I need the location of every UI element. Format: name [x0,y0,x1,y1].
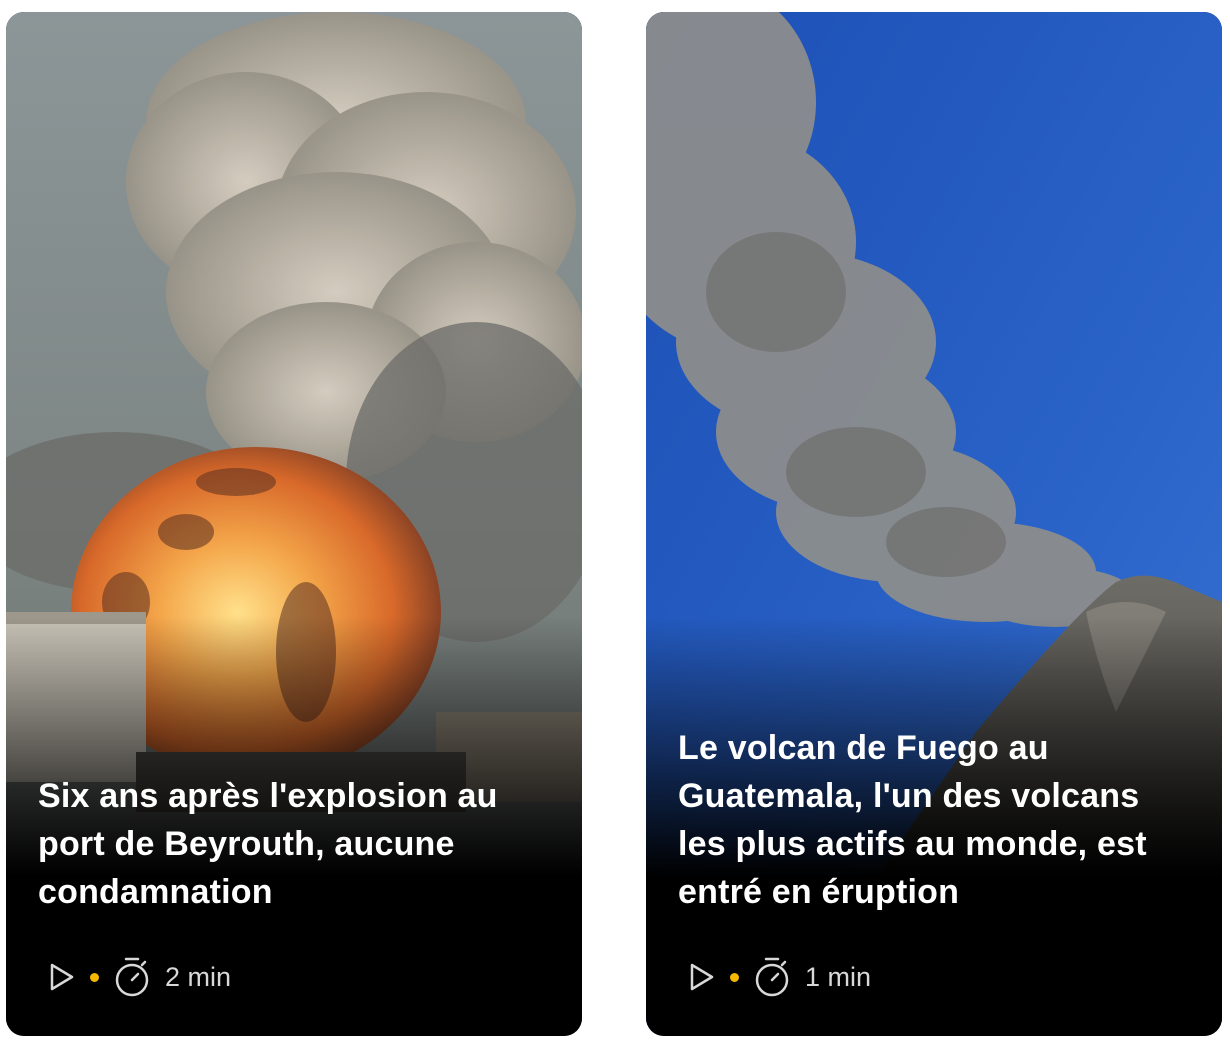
video-card-list: Six ans après l'explosion au port de Bey… [0,0,1230,1050]
video-card[interactable]: Le volcan de Fuego au Guatemala, l'un de… [646,12,1222,1036]
video-card[interactable]: Six ans après l'explosion au port de Bey… [6,12,582,1036]
play-icon [46,962,76,992]
stopwatch-icon [113,956,151,998]
duration-label: 2 min [165,961,232,992]
stopwatch-icon [753,956,791,998]
separator-dot [730,972,739,982]
card-title[interactable]: Six ans après l'explosion au port de Bey… [38,772,554,916]
card-meta: 2 min [46,954,231,1000]
separator-dot [90,972,99,982]
play-icon [686,962,716,992]
card-meta: 1 min [686,954,871,1000]
duration-label: 1 min [805,961,872,992]
card-title[interactable]: Le volcan de Fuego au Guatemala, l'un de… [678,724,1194,916]
